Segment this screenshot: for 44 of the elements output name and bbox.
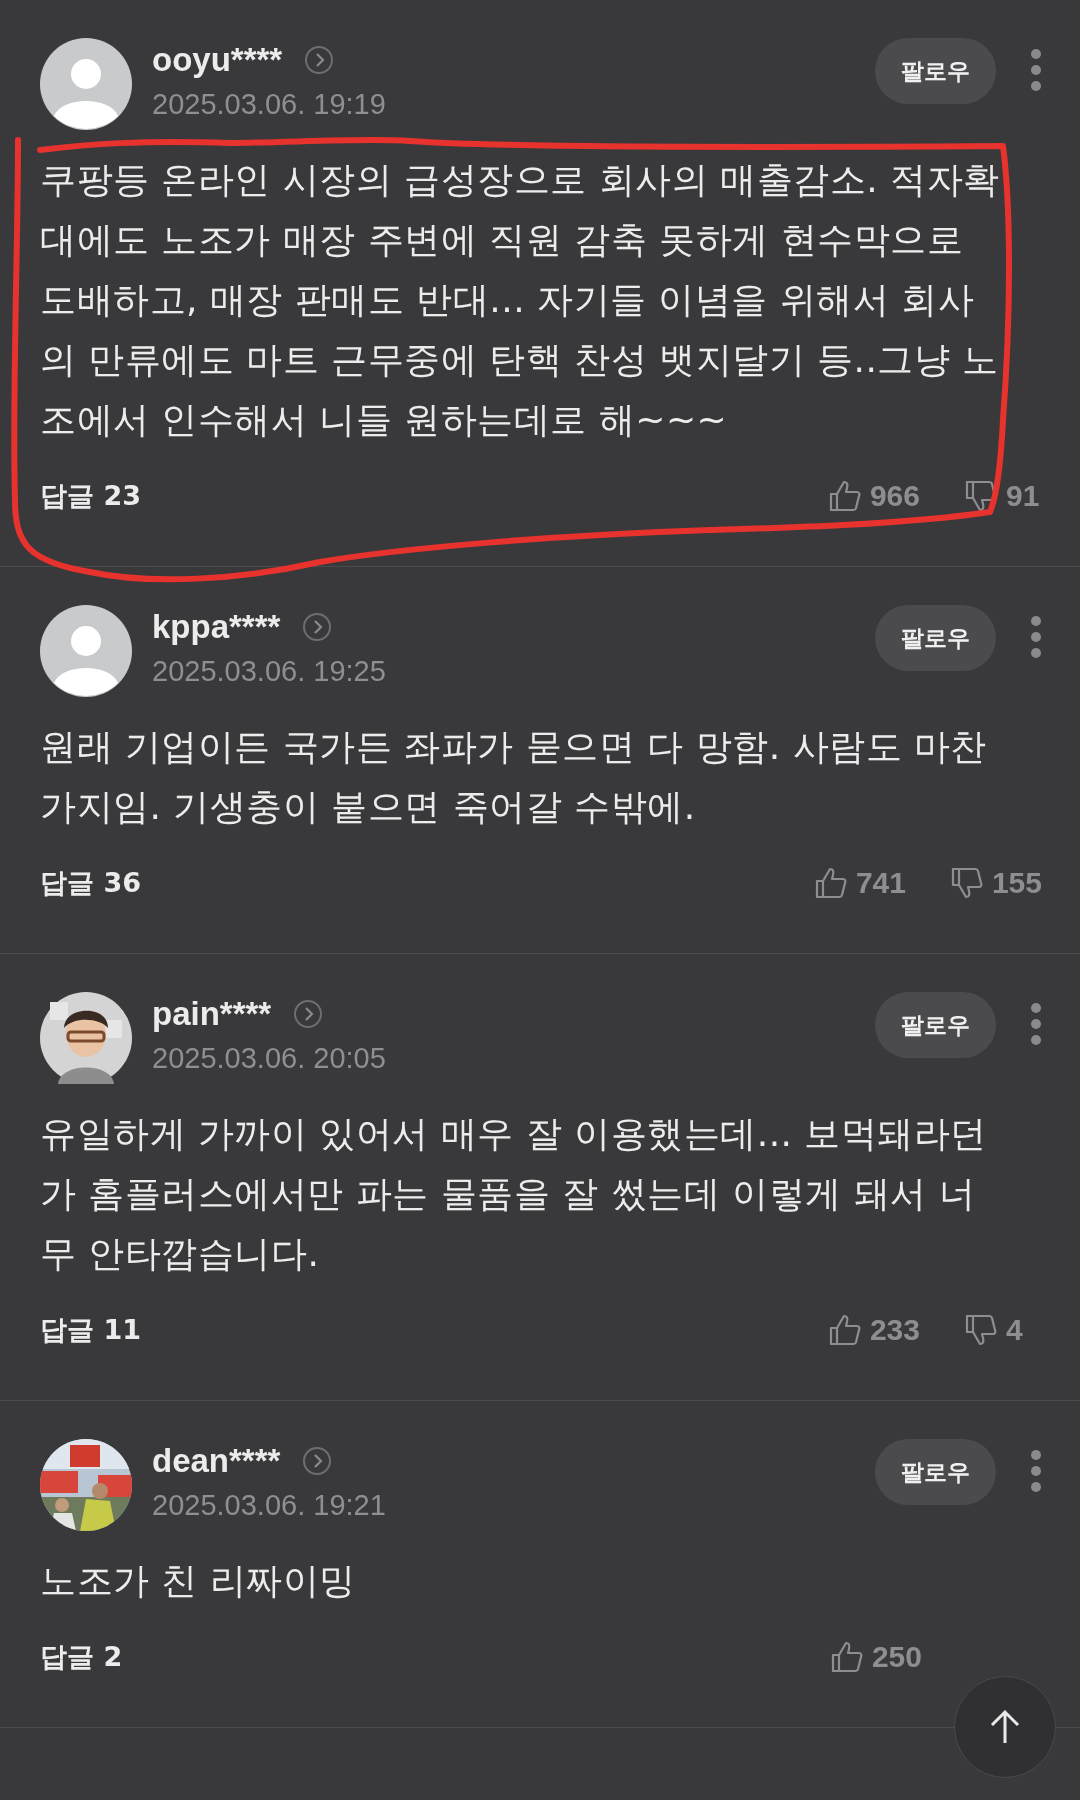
more-icon[interactable] [1030,615,1042,659]
comment-text: 쿠팡등 온라인 시장의 급성장으로 회사의 매출감소. 적자확대에도 노조가 매장 주변에 직원 감축 못하게 현수막으로 도배하고, 매장 판매도 반대... 자기들 이념을 위해서 회사의 만류에도 마트 근무중에 탄핵 찬성 뱃지달기 등..그냥 노조에서 인수해서 니들 원하는데로 해~~~ [40,158,1001,442]
thumbs-down-icon[interactable] [949,866,984,900]
username[interactable]: dean**** [152,1442,281,1480]
follow-button[interactable]: 팔로우 [875,38,996,104]
thumbs-down-icon[interactable] [964,1313,998,1347]
more-icon[interactable] [1030,48,1042,92]
more-icon[interactable] [1030,1002,1042,1046]
username[interactable]: ooyu**** [152,41,283,79]
comment-date: 2025.03.06. 20:05 [152,1042,387,1075]
comment-text: 원래 기업이든 국가든 좌파가 묻으면 다 망함. 사람도 마찬가지임. 기생충이 붙으면 죽어갈 수밖에. [40,725,988,829]
comment-date: 2025.03.06. 19:25 [152,655,387,688]
comment-text: 노조가 친 리짜이밍 [40,1559,357,1603]
chevron-right-icon[interactable] [293,999,324,1029]
chevron-right-icon[interactable] [302,612,333,642]
like-count: 233 [869,1313,920,1347]
comment-date: 2025.03.06. 19:19 [152,88,387,121]
follow-button[interactable]: 팔로우 [875,605,996,671]
username[interactable]: pain**** [152,995,272,1033]
dislike-count: 91 [1006,479,1041,513]
chevron-right-icon[interactable] [304,45,335,75]
comment-text: 유일하게 가까이 있어서 매우 잘 이용했는데... 보먹돼라던가 홈플러스에서만 파는 물품을 잘 썼는데 이렇게 돼서 너무 안타깝습니다. [40,1112,988,1276]
dislike-count: 4 [1006,1313,1024,1347]
like-count: 741 [855,866,906,900]
replies-link[interactable]: 답글 23 [40,478,828,514]
comment-date: 2025.03.06. 19:21 [152,1489,387,1522]
replies-link[interactable]: 답글 2 [40,1639,830,1675]
like-count: 250 [871,1640,922,1674]
avatar-icon[interactable] [40,605,132,697]
follow-button[interactable]: 팔로우 [875,992,996,1058]
thumbs-up-icon[interactable] [827,1313,862,1347]
replies-link[interactable]: 답글 11 [40,1312,828,1348]
dislike-count: 155 [991,866,1042,900]
thumbs-up-icon[interactable] [827,479,862,513]
more-icon[interactable] [1030,1449,1042,1493]
username[interactable]: kppa**** [152,608,281,646]
avatar-icon[interactable] [40,38,132,130]
follow-button[interactable]: 팔로우 [875,1439,996,1505]
thumbs-up-icon[interactable] [829,1640,864,1674]
thumbs-up-icon[interactable] [813,866,848,900]
chevron-right-icon[interactable] [302,1446,333,1476]
replies-link[interactable]: 답글 36 [40,865,814,901]
like-count: 966 [869,479,920,513]
avatar-icon[interactable] [40,992,132,1084]
